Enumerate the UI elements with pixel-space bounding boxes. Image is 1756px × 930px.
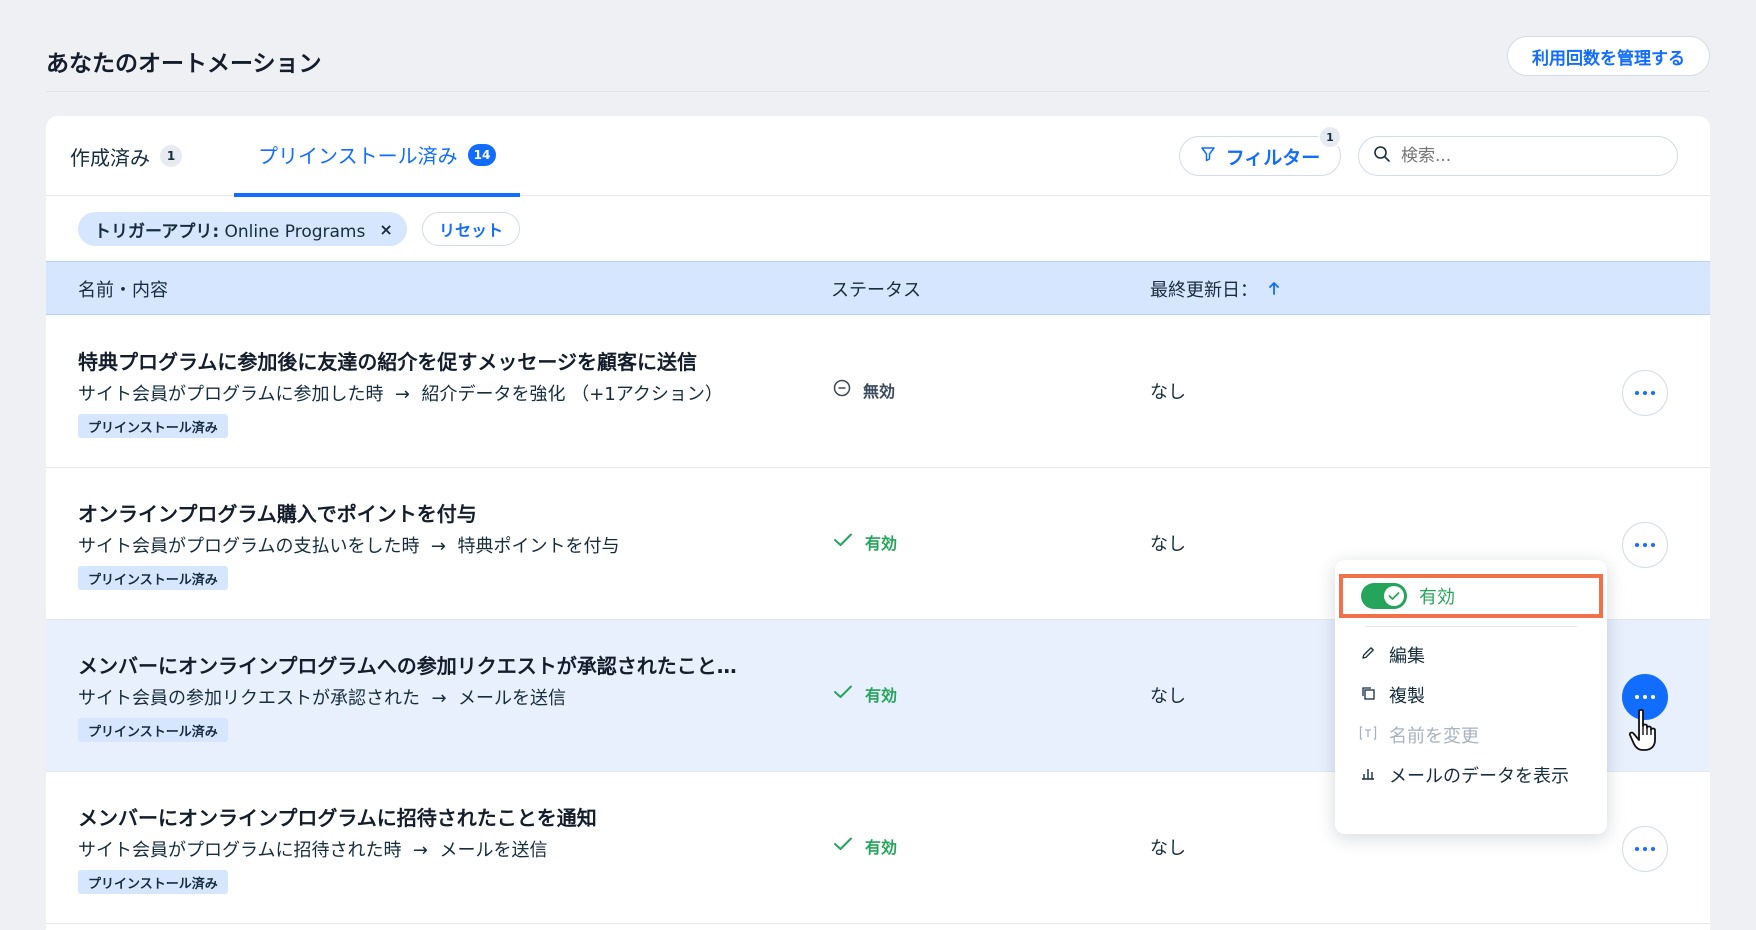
page-title: あなたのオートメーション [46, 51, 322, 77]
automation-trigger: サイト会員がプログラムに参加した時 [78, 384, 384, 405]
preinstalled-tag: プリインストール済み [78, 718, 228, 742]
automation-description: サイト会員がプログラムに参加した時 → 紹介データを強化 （+1アクション） [78, 380, 723, 406]
preinstalled-tag: プリインストール済み [78, 566, 228, 590]
reset-button[interactable]: リセット [422, 212, 521, 246]
duplicate-icon [1359, 682, 1377, 704]
status-toggle-label: 有効 [1419, 587, 1455, 608]
arrow-right-icon: → [431, 688, 447, 709]
filter-chip-trigger-app: トリガーアプリ: Online Programs × [78, 212, 407, 246]
tab-created[interactable]: 作成済み 1 [70, 116, 182, 196]
filter-button[interactable]: フィルター 1 [1179, 125, 1342, 176]
automation-title: メンバーにオンラインプログラムへの参加リクエストが承認されたこと… [78, 654, 737, 678]
tabs-bar: 作成済み 1 プリインストール済み 14 フィルター 1 [46, 116, 1710, 197]
automation-title: 特典プログラムに参加後に友達の紹介を促すメッセージを顧客に送信 [78, 350, 697, 374]
arrow-right-icon: → [430, 536, 447, 557]
pencil-icon [1359, 642, 1377, 664]
more-icon [1635, 847, 1655, 851]
status-label: 有効 [865, 686, 898, 705]
automation-action: メールを送信 [458, 688, 566, 709]
menu-item-label: メールのデータを表示 [1389, 766, 1569, 787]
status-label: 無効 [863, 382, 896, 401]
last-updated: なし [1150, 838, 1186, 859]
menu-item-label: 名前を変更 [1389, 726, 1479, 747]
tab-created-label: 作成済み [70, 145, 150, 170]
column-header-updated-label: 最終更新日： [1150, 280, 1258, 301]
table-row[interactable]: 特典プログラムに参加後に友達の紹介を促すメッセージを顧客に送信 サイト会員がプロ… [46, 316, 1710, 468]
automation-action: 紹介データを強化 （+1アクション） [421, 384, 723, 405]
status-label: 有効 [865, 534, 898, 553]
search-icon [1373, 145, 1391, 167]
status-badge: 有効 [833, 682, 897, 706]
filter-icon [1200, 145, 1216, 167]
last-updated: なし [1150, 382, 1186, 403]
preinstalled-tag: プリインストール済み [78, 414, 228, 438]
last-updated: なし [1150, 686, 1186, 707]
more-icon [1635, 695, 1655, 699]
tab-preinstalled[interactable]: プリインストール済み 14 [234, 116, 521, 197]
hand-cursor-icon [1628, 708, 1664, 756]
menu-item-duplicate[interactable]: 複製 [1359, 682, 1589, 708]
arrow-right-icon: → [412, 840, 429, 861]
status-label: 有効 [865, 838, 898, 857]
more-icon [1635, 391, 1655, 395]
automation-title: オンラインプログラム購入でポイントを付与 [78, 502, 477, 526]
table-header: 名前・内容 ステータス 最終更新日： [46, 261, 1710, 315]
column-header-name: 名前・内容 [78, 280, 168, 301]
check-icon [1384, 586, 1404, 606]
preinstalled-tag: プリインストール済み [78, 870, 228, 894]
menu-item-rename[interactable]: 名前を変更 [1359, 722, 1589, 748]
column-header-updated[interactable]: 最終更新日： [1150, 262, 1280, 316]
more-actions-button[interactable] [1622, 826, 1668, 872]
status-badge: 無効 [833, 378, 895, 402]
filter-count-badge: 1 [1318, 125, 1342, 149]
filter-chip-value: Online Programs [224, 221, 366, 242]
bar-chart-icon [1359, 762, 1377, 784]
menu-item-label: 複製 [1389, 686, 1425, 707]
menu-item-label: 編集 [1389, 646, 1425, 667]
column-header-status: ステータス [831, 280, 921, 301]
menu-divider [1365, 626, 1577, 627]
check-icon [833, 836, 853, 856]
arrow-right-icon: → [394, 384, 411, 405]
automation-description: サイト会員がプログラムの支払いをした時 → 特典ポイントを付与 [78, 532, 619, 558]
active-filters-row: トリガーアプリ: Online Programs × リセット [46, 197, 1710, 261]
more-icon [1635, 543, 1655, 547]
search-input[interactable] [1401, 146, 1651, 166]
status-toggle[interactable] [1361, 583, 1407, 609]
last-updated: なし [1150, 534, 1186, 555]
close-icon[interactable]: × [379, 220, 392, 239]
automation-trigger: サイト会員がプログラムに招待された時 [78, 840, 402, 861]
status-toggle-item[interactable]: 有効 [1339, 574, 1603, 618]
automation-title: メンバーにオンラインプログラムに招待されたことを通知 [78, 806, 597, 830]
more-actions-button[interactable] [1622, 370, 1668, 416]
status-badge: 有効 [833, 530, 897, 554]
automation-description: サイト会員の参加リクエストが承認された → メールを送信 [78, 684, 566, 710]
automation-action: 特典ポイントを付与 [457, 536, 620, 557]
actions-dropdown-menu: 有効 編集 複製 名前を変更 メールのデータを表示 [1335, 560, 1607, 834]
automation-description: サイト会員がプログラムに招待された時 → メールを送信 [78, 836, 547, 862]
automation-action: メールを送信 [439, 840, 548, 861]
page-header: あなたのオートメーション 利用回数を管理する [46, 36, 1710, 92]
minus-circle-icon [833, 379, 851, 401]
menu-item-edit[interactable]: 編集 [1359, 642, 1589, 668]
rename-icon [1359, 722, 1377, 744]
menu-item-view-email-data[interactable]: メールのデータを表示 [1359, 762, 1589, 788]
manage-usage-button[interactable]: 利用回数を管理する [1507, 36, 1710, 76]
status-badge: 有効 [833, 834, 897, 858]
tab-created-count: 1 [160, 145, 182, 167]
more-actions-button[interactable] [1622, 522, 1668, 568]
filter-chip-key: トリガーアプリ: [94, 221, 220, 242]
check-icon [833, 532, 853, 552]
filter-label: フィルター [1225, 146, 1321, 169]
automation-trigger: サイト会員の参加リクエストが承認された [78, 688, 420, 709]
search-box[interactable] [1358, 136, 1678, 176]
tab-preinstalled-count: 14 [467, 143, 497, 166]
arrow-up-icon[interactable] [1268, 279, 1280, 300]
tab-preinstalled-label: プリインストール済み [258, 144, 458, 168]
check-icon [833, 684, 853, 704]
automation-trigger: サイト会員がプログラムの支払いをした時 [78, 536, 420, 557]
